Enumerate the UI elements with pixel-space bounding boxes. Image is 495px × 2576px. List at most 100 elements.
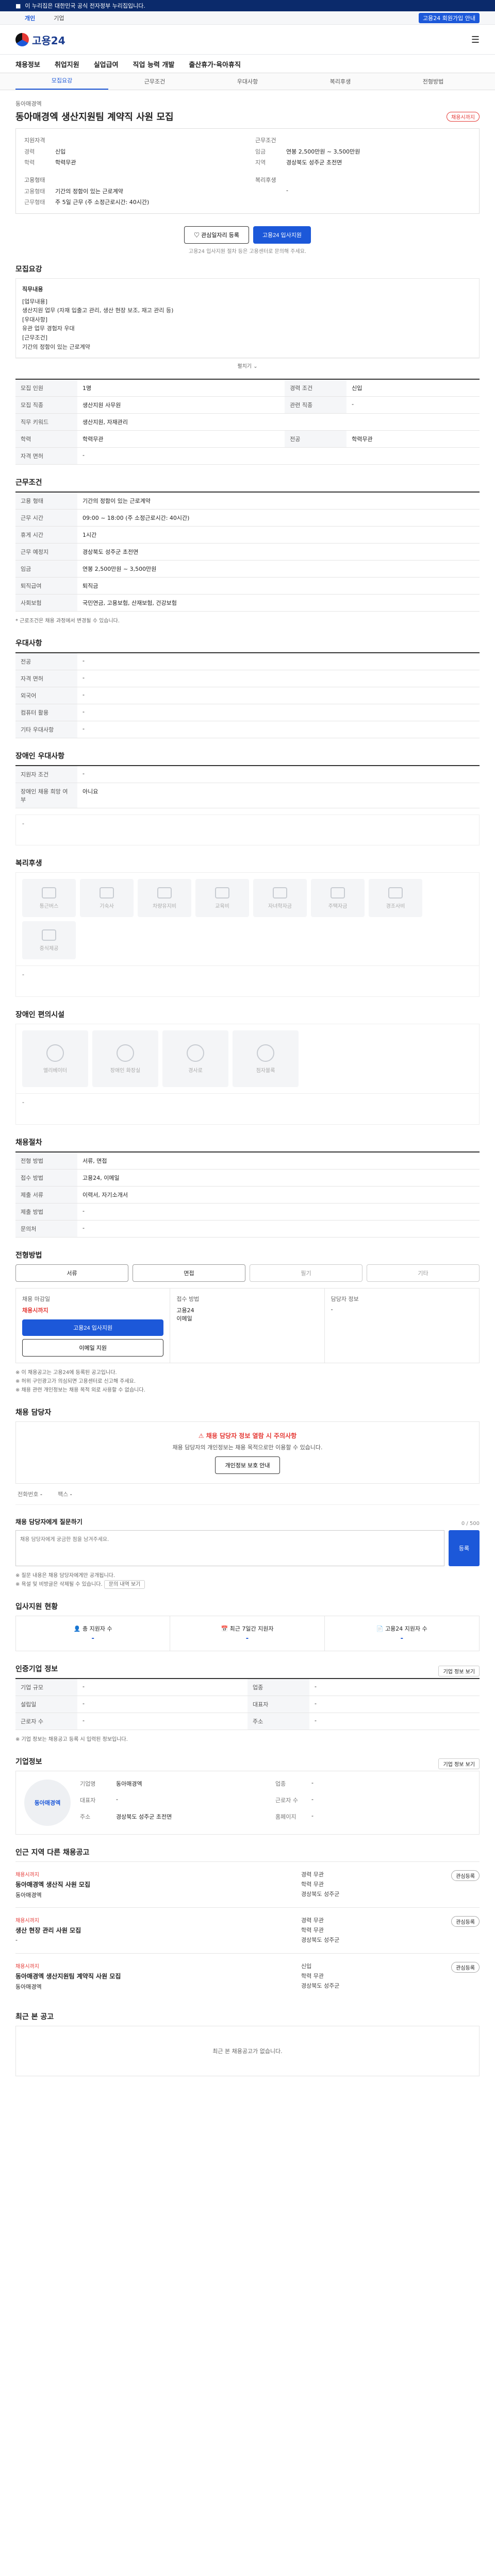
tab-personal[interactable]: 개인 xyxy=(15,14,44,22)
job-title: 동아매경엑 생산지원팀 계약직 사원 모집 xyxy=(15,112,174,123)
section-title: 채용 담당자 xyxy=(15,1409,52,1417)
table-row: 기업 규모 - 업종 - xyxy=(15,1679,480,1697)
job-card-company: - xyxy=(15,1937,18,1944)
question-input[interactable] xyxy=(15,1530,444,1567)
menu-icon[interactable]: ☰ xyxy=(471,35,480,45)
certified-info-button[interactable]: 기업 정보 보기 xyxy=(438,1665,480,1676)
summary-value: - xyxy=(286,187,288,194)
work-note: * 근로조건은 채용 과정에서 변경될 수 있습니다. xyxy=(15,618,120,624)
job-card[interactable]: 채용시까지 동아매경엑 생산지원팀 계약직 사원 모집 동아매경엑 신입 학력 무관 경… xyxy=(15,1953,480,1999)
welfare-item: 주택자금 xyxy=(311,879,365,918)
signup-guide-link[interactable]: 고용24 회원가입 안내 xyxy=(419,13,480,23)
method-grid: 채용 마감일 채용시까지 고용24 입사지원 이메일 지원 접수 방법 고용24… xyxy=(15,1288,480,1364)
row-value: 고용24, 이메일 xyxy=(77,1169,480,1187)
table-row: 문의처 - xyxy=(15,1220,480,1238)
subtab-prefer[interactable]: 우대사항 xyxy=(201,77,294,86)
disabled-empty: - xyxy=(15,815,480,846)
table-row: 장애인 채용 희망 여부 아니요 xyxy=(15,783,480,809)
email-apply-button[interactable]: 이메일 지원 xyxy=(22,1339,164,1357)
method-tab-written[interactable]: 필기 xyxy=(250,1264,362,1282)
welfare-empty: - xyxy=(15,966,480,997)
row-key: 기업 규모 xyxy=(15,1679,77,1697)
subtab-recruit[interactable]: 모집요강 xyxy=(15,73,108,90)
fax-label: 팩스 xyxy=(57,1491,69,1498)
job-card[interactable]: 채용시까지 동아매경엑 생산직 사원 모집 동아매경엑 경력 무관 학력 무관 경상북도… xyxy=(15,1861,480,1907)
gnb-item-benefit[interactable]: 실업급여 xyxy=(94,59,119,69)
apply-button[interactable]: 고용24 입사지원 xyxy=(253,226,311,244)
expand-button[interactable]: 펼치기 ⌄ xyxy=(15,358,480,372)
gnb-item-leave[interactable]: 출산휴가·육아휴직 xyxy=(189,59,241,69)
job-scrap-button[interactable]: 관심등록 xyxy=(451,1870,480,1882)
education-icon xyxy=(215,887,229,899)
row-key: 근무 예정지 xyxy=(15,543,77,561)
row-value: - xyxy=(77,1713,248,1731)
disabled-section: 장애인 우대사항 지원자 조건 - 장애인 채용 희망 여부 아니요 - xyxy=(15,741,480,849)
note-line: ※ 이 채용공고는 고용24에 등록된 공고입니다. xyxy=(15,1370,117,1376)
section-title: 우대사항 xyxy=(15,639,42,648)
row-key: 자격 면허 xyxy=(15,670,77,688)
gnb-item-jobs[interactable]: 채용정보 xyxy=(15,59,40,69)
warning-text: 채용 담당자의 개인정보는 채용 목적으로만 이용할 수 있습니다. xyxy=(172,1444,323,1451)
row-key: 지원자 조건 xyxy=(15,766,77,784)
row-key: 전공 xyxy=(15,653,77,671)
company-value: 경상북도 성주군 초전면 xyxy=(116,1814,172,1821)
note-line: ※ 허위 구인광고가 의심되면 고용센터로 신고해 주세요. xyxy=(15,1379,136,1385)
job-card-title[interactable]: 동아매경엑 생산직 사원 모집 xyxy=(15,1880,293,1889)
facility-label: 점자블록 xyxy=(256,1067,275,1074)
job-card-title[interactable]: 동아매경엑 생산지원팀 계약직 사원 모집 xyxy=(15,1972,293,1980)
facility-empty: - xyxy=(15,1094,480,1125)
subtab-method[interactable]: 전형방법 xyxy=(387,77,480,86)
row-value: - xyxy=(77,687,480,705)
scrap-button[interactable]: ♡ 관심일자리 등록 xyxy=(184,226,249,244)
note-line: ※ 욕설 및 비방글은 삭제될 수 있습니다. xyxy=(15,1582,103,1588)
row-value: 신입 xyxy=(346,379,480,397)
method-tab-etc[interactable]: 기타 xyxy=(367,1264,480,1282)
row-value: 국민연금, 고용보험, 산재보험, 건강보험 xyxy=(77,594,480,612)
table-row: 전형 방법 서류, 면접 xyxy=(15,1152,480,1170)
job-meta: 경상북도 성주군 xyxy=(301,1936,340,1943)
receipt-value: 이메일 xyxy=(176,1315,192,1323)
question-history-link[interactable]: 문의 내역 보기 xyxy=(104,1580,145,1589)
row-key: 전공 xyxy=(285,430,347,448)
company-key: 홈페이지 xyxy=(275,1814,296,1821)
company-value: - xyxy=(311,1812,314,1820)
method-notes: ※ 이 채용공고는 고용24에 등록된 공고입니다. ※ 허위 구인광고가 의심… xyxy=(15,1368,480,1395)
section-title: 기업정보 xyxy=(15,1758,42,1767)
company-name[interactable]: 동아매경엑 xyxy=(15,99,480,108)
facility-label: 엘리베이터 xyxy=(43,1067,67,1074)
gnb-item-support[interactable]: 취업지원 xyxy=(55,59,79,69)
table-row: 휴게 시간 1시간 xyxy=(15,526,480,544)
job-card[interactable]: 채용시까지 생산 현장 관리 사원 모집 - 경력 무관 학력 무관 경상북도 성주군 … xyxy=(15,1907,480,1953)
row-key: 모집 인원 xyxy=(15,379,77,397)
apply-button-bottom[interactable]: 고용24 입사지원 xyxy=(22,1319,164,1336)
subtab-work[interactable]: 근무조건 xyxy=(108,77,201,86)
expand-label: 펼치기 xyxy=(237,364,252,370)
welfare-label: 자녀학자금 xyxy=(268,903,292,909)
section-title: 모집요강 xyxy=(15,265,42,274)
summary-key: 근무형태 xyxy=(24,199,45,206)
question-submit-button[interactable]: 등록 xyxy=(449,1530,480,1567)
restroom-icon xyxy=(117,1044,134,1062)
note-line: ※ 채용 관련 개인정보는 채용 목적 외로 사용할 수 없습니다. xyxy=(15,1387,145,1394)
selection-table: 전형 방법 서류, 면접 접수 방법 고용24, 이메일 제출 서류 이력서, 자기소… xyxy=(15,1151,480,1238)
table-row: 설립일 - 대표자 - xyxy=(15,1696,480,1714)
row-key: 컴퓨터 활용 xyxy=(15,704,77,722)
job-card-title[interactable]: 생산 현장 관리 사원 모집 xyxy=(15,1926,293,1935)
method-tab-interview[interactable]: 면접 xyxy=(133,1264,245,1282)
receipt-title: 접수 방법 xyxy=(176,1296,200,1303)
table-row: 학력 학력무관 전공 학력무관 xyxy=(15,430,480,448)
privacy-guide-button[interactable]: 개인정보 보호 안내 xyxy=(215,1456,280,1475)
site-logo[interactable]: 고용24 xyxy=(15,32,65,47)
gnb-item-training[interactable]: 직업 능력 개발 xyxy=(133,59,175,69)
ramp-icon xyxy=(187,1044,204,1062)
company-info-button[interactable]: 기업 정보 보기 xyxy=(438,1758,480,1769)
job-scrap-button[interactable]: 관심등록 xyxy=(451,1962,480,1973)
job-scrap-button[interactable]: 관심등록 xyxy=(451,1916,480,1927)
char-count: 0 / 500 xyxy=(461,1521,480,1527)
subtab-welfare[interactable]: 복리후생 xyxy=(294,77,387,86)
table-row: 기타 우대사항 - xyxy=(15,721,480,739)
welfare-item: 경조사비 xyxy=(369,879,422,918)
method-tab-document[interactable]: 서류 xyxy=(15,1264,128,1282)
tab-company[interactable]: 기업 xyxy=(44,14,73,22)
table-row: 모집 직종 생산지원 사무원 관련 직종 - xyxy=(15,396,480,414)
